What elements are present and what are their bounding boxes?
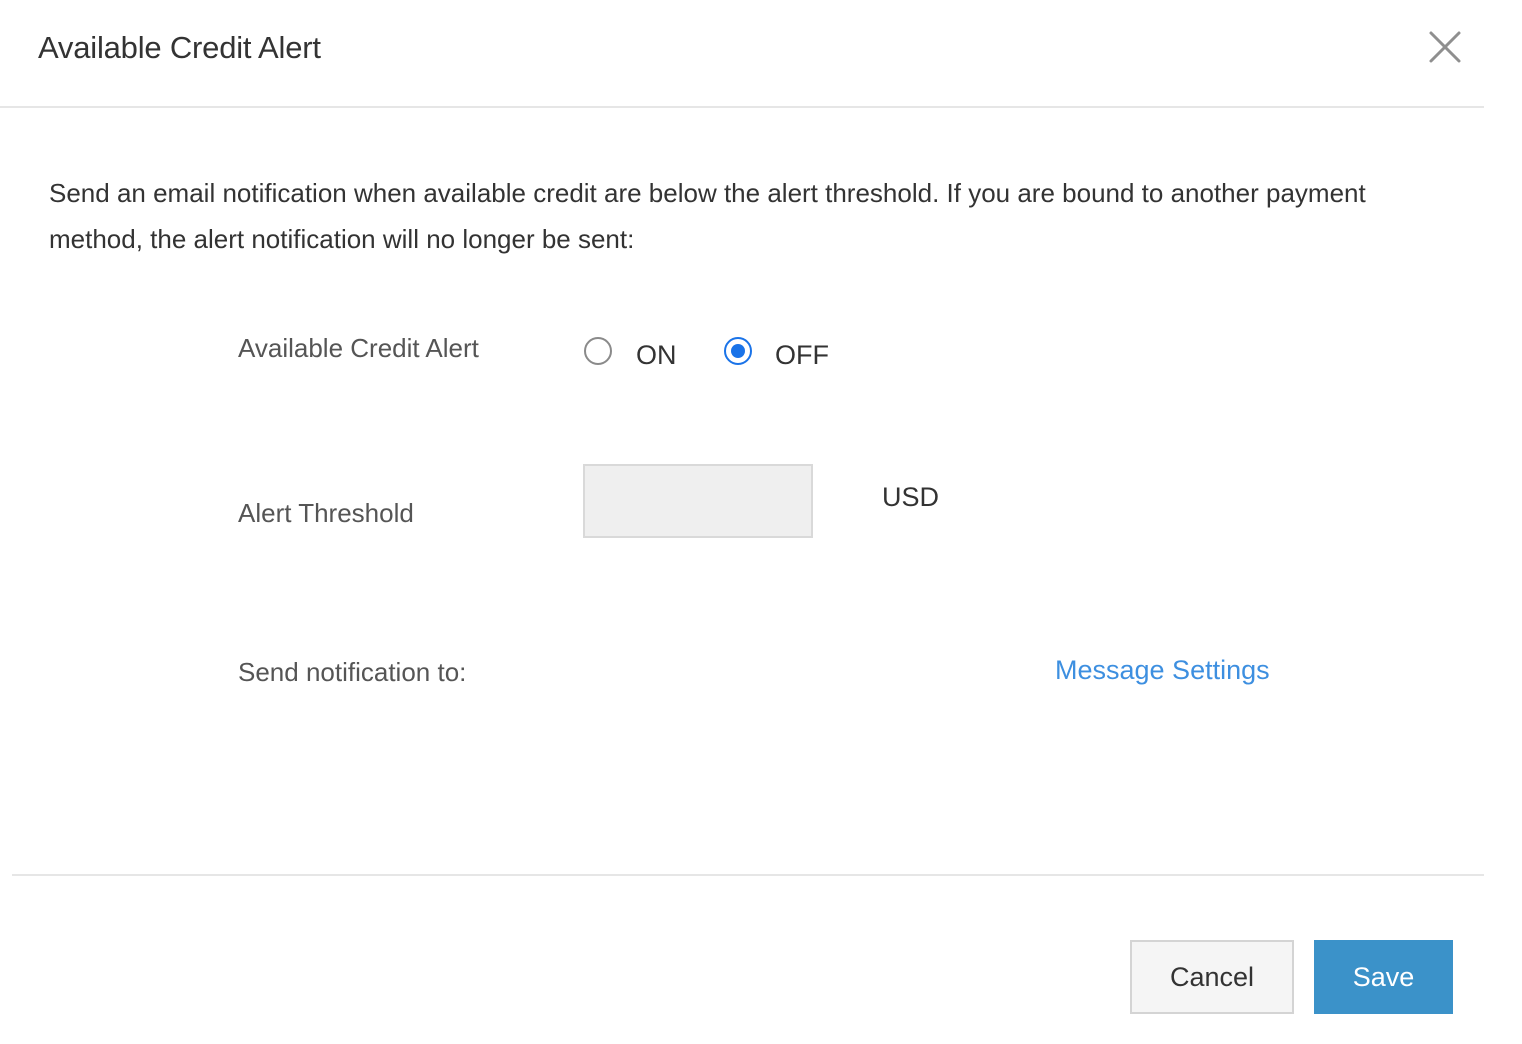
footer-divider [12, 874, 1484, 876]
credit-alert-dialog: Available Credit Alert Send an email not… [0, 0, 1522, 1044]
message-settings-link[interactable]: Message Settings [1055, 655, 1270, 686]
close-icon [1429, 31, 1461, 63]
radio-on[interactable] [584, 337, 612, 365]
alert-toggle-label: Available Credit Alert [238, 333, 479, 363]
threshold-input[interactable] [583, 464, 813, 538]
cancel-button[interactable]: Cancel [1130, 940, 1294, 1014]
threshold-label: Alert Threshold [238, 498, 414, 528]
currency-unit: USD [882, 482, 940, 512]
notification-label: Send notification to: [238, 657, 467, 687]
dialog-title: Available Credit Alert [38, 30, 321, 65]
save-button[interactable]: Save [1314, 940, 1453, 1014]
radio-on-label[interactable]: ON [636, 340, 677, 371]
dialog-description: Send an email notification when availabl… [49, 178, 1366, 254]
dialog-header: Available Credit Alert [0, 0, 1484, 108]
close-button[interactable] [1426, 28, 1464, 66]
radio-off-label[interactable]: OFF [775, 340, 829, 371]
radio-off[interactable] [724, 337, 752, 365]
